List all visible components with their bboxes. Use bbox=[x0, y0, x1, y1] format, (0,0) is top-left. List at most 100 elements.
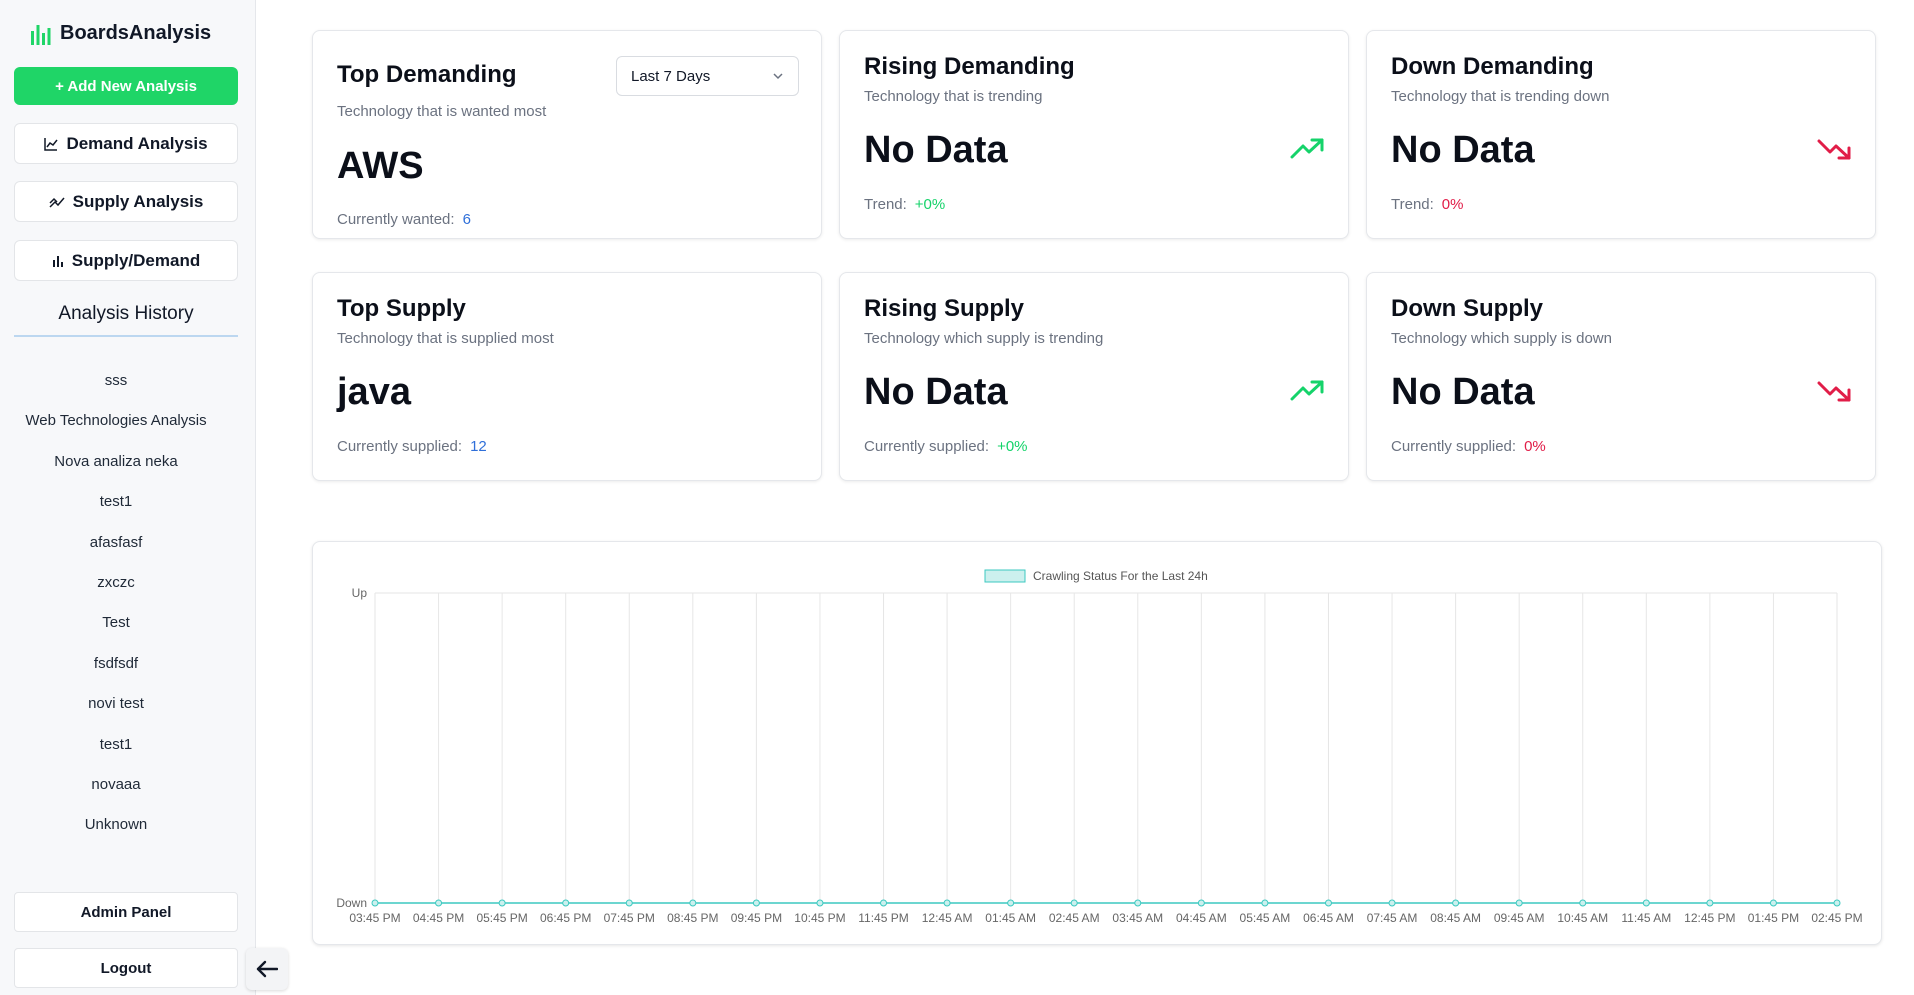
data-point bbox=[1197, 899, 1205, 907]
history-item[interactable]: Web Technologies Analysis bbox=[14, 406, 218, 446]
card-footer: Trend: 0% bbox=[1391, 196, 1463, 213]
x-tick-label: 09:45 PM bbox=[731, 911, 782, 925]
x-tick-label: 03:45 PM bbox=[349, 911, 400, 925]
history-item[interactable]: novi test bbox=[14, 689, 218, 729]
data-point bbox=[435, 899, 443, 907]
data-point bbox=[1007, 899, 1015, 907]
x-tick-label: 01:45 PM bbox=[1748, 911, 1799, 925]
history-item[interactable]: afasfasf bbox=[14, 528, 218, 568]
x-tick-label: 02:45 PM bbox=[1811, 911, 1862, 925]
card-footer-value: 0% bbox=[1524, 438, 1546, 455]
bar-chart-icon bbox=[52, 255, 63, 267]
card-value: No Data bbox=[1391, 129, 1535, 171]
card-footer-value: +0% bbox=[997, 438, 1028, 455]
data-point bbox=[1642, 899, 1650, 907]
data-point bbox=[1515, 899, 1523, 907]
card-footer-value: +0% bbox=[914, 196, 946, 213]
history-item[interactable]: fsdfsdf bbox=[14, 649, 218, 689]
x-tick-label: 03:45 AM bbox=[1112, 911, 1163, 925]
supply-demand-button[interactable]: Supply/Demand bbox=[14, 240, 238, 281]
data-point bbox=[562, 899, 570, 907]
card-value: java bbox=[337, 371, 411, 413]
trending-down-icon bbox=[1817, 139, 1851, 160]
rising-demanding-card: Rising Demanding Technology that is tren… bbox=[839, 30, 1349, 239]
card-subtitle: Technology that is trending down bbox=[1391, 88, 1610, 105]
x-tick-label: 12:45 PM bbox=[1684, 911, 1735, 925]
trending-up-icon bbox=[1290, 380, 1324, 401]
x-tick-label: 04:45 AM bbox=[1176, 911, 1227, 925]
x-tick-label: 10:45 PM bbox=[794, 911, 845, 925]
card-footer: Currently supplied: 0% bbox=[1391, 438, 1546, 455]
data-point bbox=[1833, 899, 1841, 907]
x-tick-label: 07:45 PM bbox=[604, 911, 655, 925]
trending-down-icon bbox=[1817, 381, 1851, 402]
admin-panel-button[interactable]: Admin Panel bbox=[14, 892, 238, 932]
data-point bbox=[1261, 899, 1269, 907]
card-footer-label: Trend: bbox=[864, 196, 907, 213]
card-footer-label: Trend: bbox=[1391, 196, 1434, 213]
analysis-history-title: Analysis History bbox=[14, 303, 238, 337]
data-point bbox=[1388, 899, 1396, 907]
supply-analysis-button[interactable]: Supply Analysis bbox=[14, 181, 238, 222]
x-tick-label: 08:45 AM bbox=[1430, 911, 1481, 925]
history-item[interactable]: novaaa bbox=[14, 770, 218, 810]
card-title: Top Demanding bbox=[337, 61, 517, 88]
trending-up-icon bbox=[1290, 138, 1324, 159]
x-tick-label: 05:45 PM bbox=[476, 911, 527, 925]
history-item[interactable]: zxczc bbox=[14, 568, 218, 608]
x-tick-label: 08:45 PM bbox=[667, 911, 718, 925]
chevron-down-icon bbox=[773, 73, 783, 80]
x-tick-label: 11:45 AM bbox=[1621, 911, 1671, 925]
logout-button[interactable]: Logout bbox=[14, 948, 238, 988]
top-supply-card: Top Supply Technology that is supplied m… bbox=[312, 272, 822, 481]
history-item[interactable]: test1 bbox=[14, 730, 218, 770]
data-point bbox=[943, 899, 951, 907]
card-footer-label: Currently supplied: bbox=[337, 438, 463, 455]
history-item[interactable]: test1 bbox=[14, 487, 218, 527]
crawling-status-chart: Crawling Status For the Last 24h Down Up 03… bbox=[336, 569, 1862, 925]
x-tick-label: 06:45 AM bbox=[1303, 911, 1354, 925]
history-item[interactable]: sss bbox=[14, 366, 218, 406]
history-item[interactable]: Unknown bbox=[14, 810, 218, 850]
x-tick-label: 01:45 AM bbox=[985, 911, 1036, 925]
period-select[interactable]: Last 7 Days bbox=[616, 56, 799, 96]
data-point bbox=[880, 899, 888, 907]
line-chart-icon bbox=[44, 137, 59, 151]
x-tick-label: 10:45 AM bbox=[1557, 911, 1608, 925]
x-tick-label: 05:45 AM bbox=[1240, 911, 1291, 925]
supply-analysis-label: Supply Analysis bbox=[72, 191, 204, 211]
card-value: AWS bbox=[337, 145, 424, 187]
card-subtitle: Technology that is trending bbox=[864, 88, 1043, 105]
card-footer: Trend: +0% bbox=[864, 196, 945, 213]
y-tick-label: Up bbox=[352, 586, 368, 600]
history-item[interactable]: Nova analiza neka bbox=[14, 447, 218, 487]
add-new-analysis-button[interactable]: + Add New Analysis bbox=[14, 67, 238, 105]
card-footer-label: Currently supplied: bbox=[1391, 438, 1517, 455]
demand-analysis-label: Demand Analysis bbox=[66, 133, 208, 153]
card-value: No Data bbox=[1391, 371, 1535, 413]
card-title: Rising Supply bbox=[864, 295, 1025, 322]
data-point bbox=[1134, 899, 1142, 907]
card-subtitle: Technology that is wanted most bbox=[337, 103, 547, 120]
card-footer: Currently supplied: +0% bbox=[864, 438, 1028, 455]
card-title: Top Supply bbox=[337, 295, 466, 322]
x-tick-label: 07:45 AM bbox=[1367, 911, 1418, 925]
brand-title: BoardsAnalysis bbox=[60, 22, 212, 44]
brand[interactable]: BoardsAnalysis bbox=[30, 22, 211, 45]
collapse-sidebar-button[interactable] bbox=[246, 948, 288, 990]
demand-analysis-button[interactable]: Demand Analysis bbox=[14, 123, 238, 164]
x-tick-label: 11:45 PM bbox=[858, 911, 908, 925]
card-footer-value: 6 bbox=[462, 211, 471, 228]
period-select-value: Last 7 Days bbox=[631, 67, 711, 85]
data-point bbox=[1769, 899, 1777, 907]
bar-chart-logo-icon bbox=[31, 24, 51, 45]
card-footer-value: 0% bbox=[1441, 196, 1464, 213]
card-footer-label: Currently supplied: bbox=[864, 438, 990, 455]
card-footer-value: 12 bbox=[470, 438, 487, 455]
data-point bbox=[752, 899, 760, 907]
data-point bbox=[1452, 899, 1460, 907]
history-item[interactable]: Test bbox=[14, 608, 218, 648]
history-list: sss Web Technologies Analysis Nova anali… bbox=[14, 366, 218, 860]
arrow-left-icon bbox=[256, 960, 278, 978]
x-tick-label: 02:45 AM bbox=[1049, 911, 1100, 925]
